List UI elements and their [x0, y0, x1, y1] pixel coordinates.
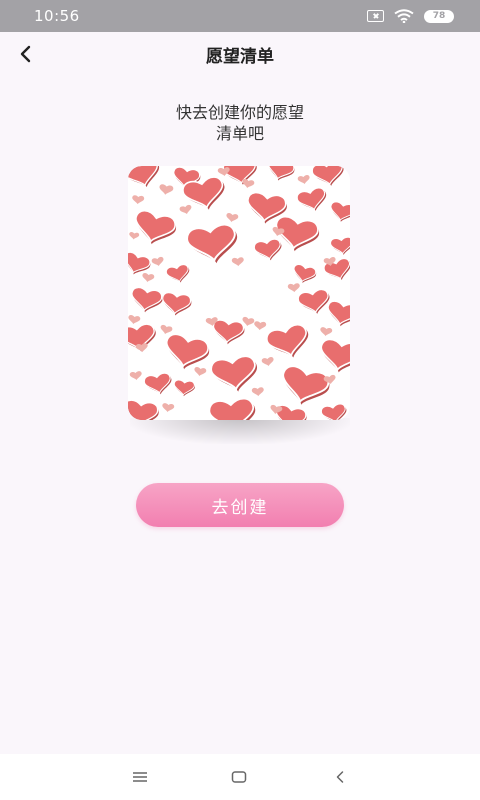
heart-shape: [287, 283, 300, 293]
empty-state-line-1: 快去创建你的愿望: [175, 103, 304, 122]
heart-shape: [296, 187, 327, 212]
create-button[interactable]: 去创建: [136, 483, 344, 527]
menu-button[interactable]: [127, 764, 153, 790]
heart-shape: [297, 175, 310, 185]
heart-shape: [162, 292, 192, 316]
heart-shape: [320, 327, 333, 337]
empty-state-line-2: 清单吧: [215, 124, 264, 143]
heart-shape: [261, 357, 274, 367]
heart-shape: [173, 379, 195, 397]
heart-shape: [128, 166, 159, 188]
heart-shape: [128, 399, 159, 420]
heart-shape: [282, 365, 330, 405]
heart-shape: [231, 257, 244, 267]
heart-shape: [226, 213, 239, 223]
heart-shape: [142, 273, 155, 283]
heart-shape: [330, 236, 350, 256]
system-nav-bar: [0, 754, 480, 800]
hearts-card: [128, 166, 350, 420]
heart-shape: [151, 256, 164, 267]
notification-box-icon: [367, 10, 384, 22]
heart-shape: [132, 195, 145, 205]
header: 愿望清单: [0, 32, 480, 76]
back-icon: [336, 771, 344, 783]
heart-shape: [135, 209, 177, 245]
chevron-left-icon: [20, 45, 31, 63]
heart-shape: [327, 300, 350, 327]
home-button[interactable]: [226, 764, 252, 790]
heart-shape: [194, 367, 207, 377]
heart-shape: [254, 321, 267, 331]
heart-shape: [179, 204, 192, 215]
hearts-pattern: [128, 166, 350, 420]
heart-shape: [267, 166, 295, 181]
home-icon: [231, 771, 247, 783]
heart-shape: [129, 371, 142, 381]
heart-shape: [330, 201, 350, 222]
wifi-icon: [394, 9, 414, 23]
menu-icon: [133, 772, 147, 782]
heart-shape: [129, 231, 140, 240]
page-title: 愿望清单: [206, 46, 274, 67]
heart-shape: [208, 397, 256, 420]
status-icons: 78: [367, 9, 454, 23]
heart-shape: [266, 323, 309, 359]
heart-shape: [128, 251, 151, 275]
heart-shape: [293, 264, 317, 283]
heart-shape: [212, 319, 245, 345]
heart-shape: [311, 166, 344, 187]
heart-shape: [131, 286, 163, 313]
heart-shape: [251, 387, 264, 397]
status-bar: 10:56 78: [0, 0, 480, 32]
empty-state-message: 快去创建你的愿望 清单吧: [120, 102, 360, 144]
heart-shape: [253, 238, 282, 261]
empty-state-illustration: [128, 166, 350, 420]
battery-icon: 78: [424, 9, 454, 23]
nav-back-button[interactable]: [327, 764, 353, 790]
heart-shape: [297, 288, 330, 315]
heart-shape: [321, 403, 347, 420]
heart-shape: [160, 324, 173, 335]
heart-shape: [159, 184, 174, 195]
heart-shape: [162, 403, 175, 413]
heart-shape: [320, 338, 350, 373]
heart-shape: [166, 264, 190, 283]
back-button[interactable]: [10, 38, 42, 70]
heart-shape: [128, 315, 141, 325]
heart-shape: [165, 333, 210, 370]
card-shadow: [130, 418, 350, 444]
status-time: 10:56: [34, 7, 80, 25]
heart-shape: [143, 372, 172, 395]
